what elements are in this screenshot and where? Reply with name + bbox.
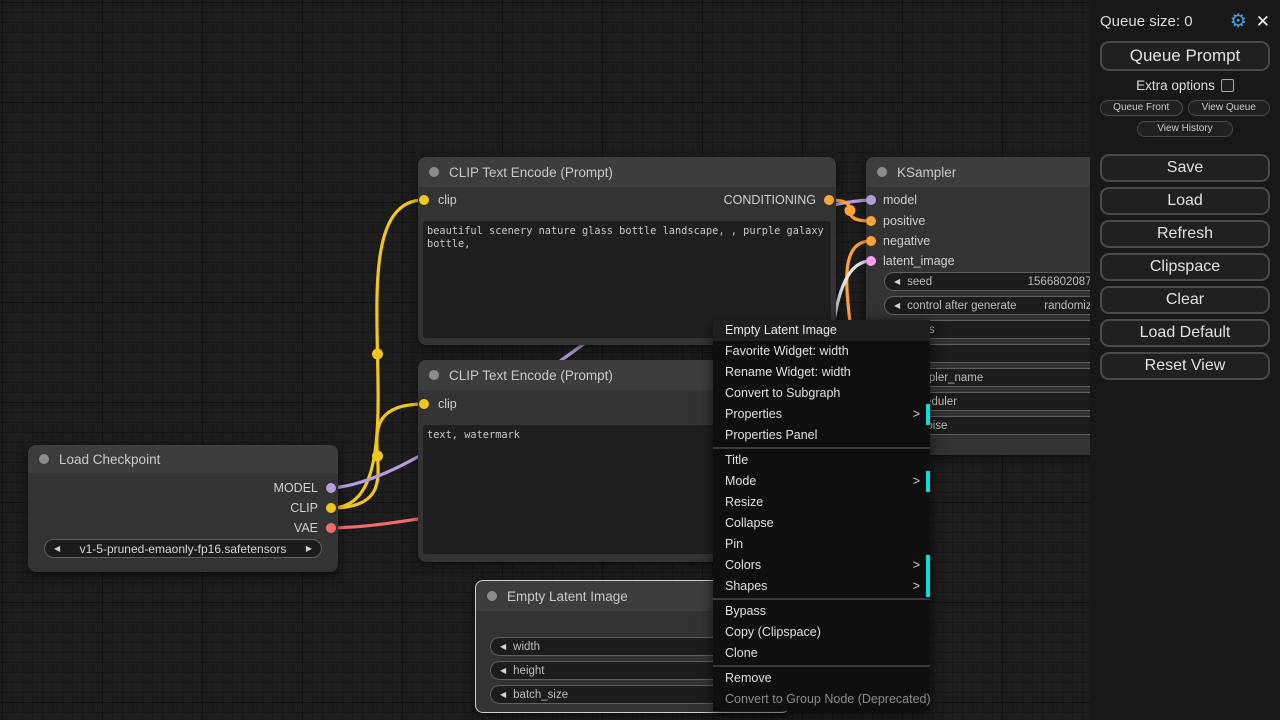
- menu-item-rename-widget[interactable]: Rename Widget: width: [713, 362, 930, 383]
- collapse-dot[interactable]: [39, 454, 49, 464]
- decrement-arrow-icon[interactable]: ◀: [894, 301, 900, 310]
- widget-ckpt-name[interactable]: ◀ v1-5-pruned-emaonly-fp16.safetensors ▶: [44, 539, 322, 558]
- collapse-dot[interactable]: [877, 167, 887, 177]
- menu-item-remove[interactable]: Remove: [713, 668, 930, 689]
- link-midpoint-dot[interactable]: [372, 349, 383, 360]
- menu-item-favorite-widget[interactable]: Favorite Widget: width: [713, 341, 930, 362]
- menu-item-convert-to-subgraph[interactable]: Convert to Subgraph: [713, 383, 930, 404]
- menu-item-copy-clipspace[interactable]: Copy (Clipspace): [713, 622, 930, 643]
- menu-item-clone[interactable]: Clone: [713, 643, 930, 664]
- widget-control-after-generate[interactable]: ◀ control after generate randomize: [884, 296, 1108, 315]
- menu-separator: [713, 665, 930, 667]
- input-dot-latent-image[interactable]: [866, 256, 876, 266]
- submenu-arrow-icon: >: [913, 404, 920, 425]
- submenu-accent-bar: [926, 404, 930, 425]
- load-button[interactable]: Load: [1100, 187, 1270, 215]
- refresh-button[interactable]: Refresh: [1100, 220, 1270, 248]
- input-label-negative: negative: [883, 234, 930, 248]
- menu-item-properties[interactable]: Properties >: [713, 404, 930, 425]
- next-option-arrow-icon[interactable]: ▶: [306, 544, 312, 553]
- close-icon[interactable]: ✕: [1256, 13, 1270, 30]
- menu-item-bypass[interactable]: Bypass: [713, 601, 930, 622]
- link-midpoint-dot[interactable]: [845, 205, 856, 216]
- settings-gear-icon[interactable]: ⚙: [1230, 12, 1247, 31]
- reset-view-button[interactable]: Reset View: [1100, 352, 1270, 380]
- view-queue-button[interactable]: View Queue: [1188, 100, 1271, 116]
- context-menu: Empty Latent Image Favorite Widget: widt…: [713, 320, 930, 711]
- node-title: KSampler: [897, 165, 956, 180]
- input-dot-clip[interactable]: [419, 399, 429, 409]
- node-title: Empty Latent Image: [507, 589, 628, 604]
- collapse-dot[interactable]: [487, 591, 497, 601]
- menu-separator: [713, 598, 930, 600]
- node-graph-canvas[interactable]: CLIP Text Encode (Prompt) clip CONDITION…: [0, 0, 1280, 720]
- queue-panel: Queue size: 0 ⚙ ✕ Queue Prompt Extra opt…: [1090, 0, 1280, 720]
- submenu-accent-bar: [926, 576, 930, 597]
- view-history-button[interactable]: View History: [1137, 121, 1233, 137]
- input-label-model: model: [883, 193, 917, 207]
- queue-prompt-button[interactable]: Queue Prompt: [1100, 41, 1270, 71]
- extra-options-label: Extra options: [1136, 78, 1215, 93]
- output-label-model: MODEL: [274, 481, 318, 495]
- collapse-dot[interactable]: [429, 370, 439, 380]
- node-header[interactable]: CLIP Text Encode (Prompt): [418, 157, 836, 187]
- output-label-clip: CLIP: [290, 501, 318, 515]
- menu-item-properties-panel[interactable]: Properties Panel: [713, 425, 930, 446]
- output-dot-vae[interactable]: [326, 523, 336, 533]
- menu-item-shapes[interactable]: Shapes >: [713, 576, 930, 597]
- load-default-button[interactable]: Load Default: [1100, 319, 1270, 347]
- menu-item-colors[interactable]: Colors >: [713, 555, 930, 576]
- node-title: CLIP Text Encode (Prompt): [449, 165, 613, 180]
- decrement-arrow-icon[interactable]: ◀: [500, 642, 506, 651]
- clear-button[interactable]: Clear: [1100, 286, 1270, 314]
- input-dot-negative[interactable]: [866, 236, 876, 246]
- menu-item-pin[interactable]: Pin: [713, 534, 930, 555]
- input-dot-positive[interactable]: [866, 216, 876, 226]
- context-menu-title: Empty Latent Image: [713, 320, 930, 341]
- submenu-accent-bar: [926, 471, 930, 492]
- input-label-latent-image: latent_image: [883, 254, 955, 268]
- submenu-accent-bar: [926, 555, 930, 576]
- output-dot-conditioning[interactable]: [824, 195, 834, 205]
- clipspace-button[interactable]: Clipspace: [1100, 253, 1270, 281]
- submenu-arrow-icon: >: [913, 555, 920, 576]
- node-title: CLIP Text Encode (Prompt): [449, 368, 613, 383]
- output-dot-model[interactable]: [326, 483, 336, 493]
- menu-item-resize[interactable]: Resize: [713, 492, 930, 513]
- menu-item-title[interactable]: Title: [713, 450, 930, 471]
- input-label-clip: clip: [438, 193, 457, 207]
- decrement-arrow-icon[interactable]: ◀: [500, 666, 506, 675]
- node-clip-text-encode-1[interactable]: CLIP Text Encode (Prompt) clip CONDITION…: [418, 157, 836, 345]
- decrement-arrow-icon[interactable]: ◀: [500, 690, 506, 699]
- input-label-clip: clip: [438, 397, 457, 411]
- widget-seed[interactable]: ◀ seed 15668020873: [884, 272, 1108, 291]
- queue-size-label: Queue size: 0: [1100, 13, 1193, 30]
- menu-item-mode[interactable]: Mode >: [713, 471, 930, 492]
- output-label-conditioning: CONDITIONING: [724, 193, 816, 207]
- prev-option-arrow-icon[interactable]: ◀: [54, 544, 60, 553]
- submenu-arrow-icon: >: [913, 576, 920, 597]
- node-title: Load Checkpoint: [59, 452, 160, 467]
- menu-item-convert-to-group-node[interactable]: Convert to Group Node (Deprecated): [713, 689, 930, 710]
- save-button[interactable]: Save: [1100, 154, 1270, 182]
- node-header[interactable]: KSampler: [866, 157, 1126, 187]
- link-midpoint-dot[interactable]: [372, 451, 383, 462]
- input-label-positive: positive: [883, 214, 925, 228]
- output-dot-clip[interactable]: [326, 503, 336, 513]
- menu-separator: [713, 447, 930, 449]
- input-dot-clip[interactable]: [419, 195, 429, 205]
- node-load-checkpoint[interactable]: Load Checkpoint MODEL CLIP VAE ◀ v1-5-pr…: [28, 445, 338, 572]
- extra-options-checkbox[interactable]: [1221, 79, 1234, 92]
- collapse-dot[interactable]: [429, 167, 439, 177]
- decrement-arrow-icon[interactable]: ◀: [894, 277, 900, 286]
- input-dot-model[interactable]: [866, 195, 876, 205]
- node-header[interactable]: Load Checkpoint: [28, 445, 338, 473]
- queue-front-button[interactable]: Queue Front: [1100, 100, 1183, 116]
- submenu-arrow-icon: >: [913, 471, 920, 492]
- output-label-vae: VAE: [294, 521, 318, 535]
- menu-item-collapse[interactable]: Collapse: [713, 513, 930, 534]
